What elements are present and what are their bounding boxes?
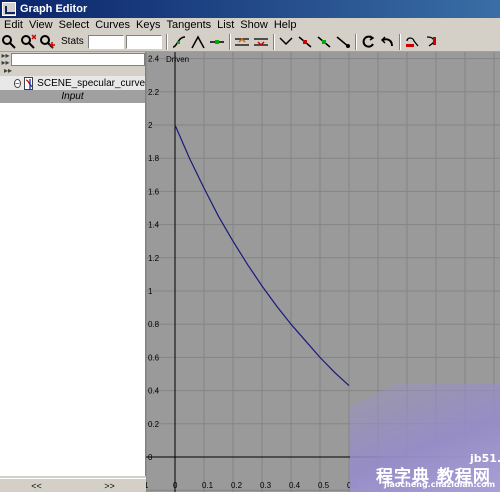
menu-bar: Edit View Select Curves Keys Tangents Li… (0, 18, 500, 32)
post-infinity-icon[interactable] (422, 33, 440, 51)
y-tick-label: 1.8 (148, 154, 160, 163)
menu-list[interactable]: List (214, 18, 237, 32)
insert-key-icon[interactable] (19, 33, 37, 51)
menu-edit[interactable]: Edit (0, 18, 26, 32)
toolbar-separator (165, 33, 168, 50)
stats-label: Stats (61, 36, 84, 47)
expand-arrows-icon[interactable]: ▸▸ ▸▸ (0, 52, 11, 67)
y-tick-label: 2.2 (148, 88, 160, 97)
toolbar-separator (354, 33, 357, 50)
y-tick-label: 0.8 (148, 320, 160, 329)
y-tick-label: 2.4 (148, 55, 160, 64)
pre-infinity-icon[interactable] (403, 33, 421, 51)
anim-curve-icon (23, 76, 34, 90)
watermark-url: jiaocheng.chazidian.com (384, 480, 496, 489)
outliner-second-row: ▸▸ (0, 66, 145, 76)
stats-field-1[interactable] (87, 34, 124, 49)
toolbar-separator (398, 33, 401, 50)
scroll-left-button[interactable]: << (31, 481, 42, 491)
outliner-filter-input[interactable] (11, 52, 145, 66)
y-tick-label: 1.4 (148, 221, 160, 230)
node-label: SCENE_specular_curve (37, 77, 145, 89)
y-tick-label: 1 (148, 287, 153, 296)
y-tick-label: 2 (148, 121, 153, 130)
collapse-arrows-icon[interactable]: ▸▸ (0, 67, 16, 75)
outliner-node-row[interactable]: − SCENE_specular_curve (0, 76, 145, 90)
x-tick-label: 1 (146, 481, 149, 490)
clamped-tangent-icon[interactable] (189, 33, 207, 51)
y-tick-label: 0.6 (148, 353, 160, 362)
toolbar-separator (228, 33, 231, 50)
collapse-toggle-icon[interactable]: − (14, 78, 21, 88)
y-tick-label: 0.4 (148, 387, 160, 396)
menu-curves[interactable]: Curves (92, 18, 133, 32)
stats-field-2[interactable] (125, 34, 162, 49)
x-tick-label: 0.2 (231, 481, 243, 490)
step-tangent-icon[interactable] (252, 33, 270, 51)
graph-editor-icon (2, 2, 16, 16)
x-tick-label: 0.3 (260, 481, 272, 490)
attribute-label: Driven (166, 55, 189, 64)
menu-tangents[interactable]: Tangents (164, 18, 215, 32)
outliner-input-row[interactable]: Input (0, 90, 145, 103)
title-bar: Graph Editor (0, 0, 500, 18)
break-tangent-icon[interactable] (296, 33, 314, 51)
y-tick-label: 0 (148, 453, 153, 462)
add-key-icon[interactable] (38, 33, 56, 51)
menu-select[interactable]: Select (56, 18, 93, 32)
menu-keys[interactable]: Keys (133, 18, 163, 32)
toolbar-separator (272, 33, 275, 50)
x-tick-label: 0.5 (318, 481, 330, 490)
scroll-right-button[interactable]: >> (104, 481, 115, 491)
menu-show[interactable]: Show (237, 18, 271, 32)
menu-help[interactable]: Help (271, 18, 300, 32)
flat-tangent-icon[interactable] (233, 33, 251, 51)
unify-tangent-icon[interactable] (315, 33, 333, 51)
outliner-panel: ▸▸ ▸▸ ▸▸ − SCENE_specular_curve Input (0, 52, 146, 476)
buffer-curve-icon[interactable] (359, 33, 377, 51)
lock-weight-icon[interactable] (334, 33, 352, 51)
toolbar: Stats (0, 32, 500, 52)
y-tick-label: 1.2 (148, 254, 160, 263)
x-tick-label: 0.1 (202, 481, 214, 490)
outliner-filter-row: ▸▸ ▸▸ (0, 52, 145, 67)
x-tick-label: 0 (173, 481, 178, 490)
input-label: Input (61, 91, 84, 102)
swap-buffer-icon[interactable] (378, 33, 396, 51)
x-tick-label: 0.4 (289, 481, 301, 490)
linear-tangent-icon[interactable] (208, 33, 226, 51)
plateau-tangent-icon[interactable] (277, 33, 295, 51)
menu-view[interactable]: View (26, 18, 56, 32)
y-tick-label: 0.2 (148, 420, 160, 429)
move-key-icon[interactable] (0, 33, 18, 51)
window-title: Graph Editor (20, 3, 88, 15)
outliner-scrollbar: << >> (0, 478, 146, 492)
spline-tangent-icon[interactable] (170, 33, 188, 51)
y-tick-label: 1.6 (148, 187, 160, 196)
